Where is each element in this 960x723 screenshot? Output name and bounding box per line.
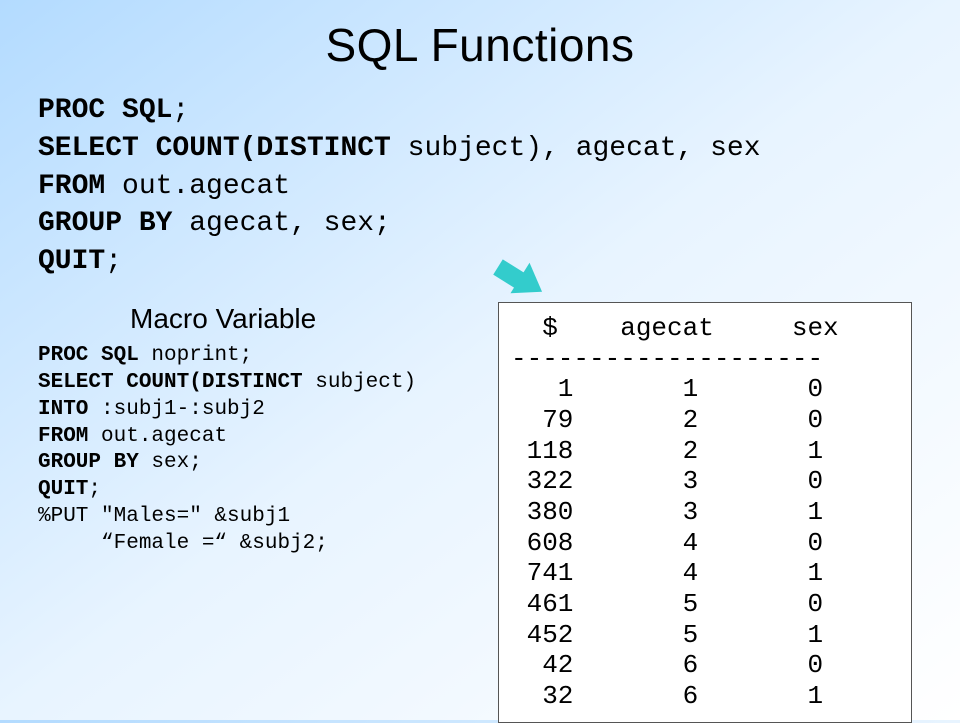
- table-row: 741 4 1: [511, 558, 823, 588]
- code-text: subject), agecat, sex: [391, 133, 761, 164]
- code-keyword: FROM: [38, 171, 105, 202]
- code-text: noprint;: [139, 344, 252, 367]
- code-text: agecat, sex;: [172, 208, 390, 239]
- code-text: ;: [105, 246, 122, 277]
- code-keyword: PROC SQL: [38, 95, 172, 126]
- table-row: 32 6 1: [511, 681, 823, 711]
- code-keyword: QUIT: [38, 478, 88, 501]
- code-text: :subj1-:subj2: [88, 398, 264, 421]
- table-row: 118 2 1: [511, 436, 823, 466]
- code-text: “Female =“ &subj2;: [38, 532, 328, 555]
- code-keyword: SELECT COUNT(DISTINCT: [38, 133, 391, 164]
- output-divider: --------------------: [511, 344, 823, 374]
- main-code-block: PROC SQL; SELECT COUNT(DISTINCT subject)…: [0, 92, 960, 281]
- table-row: 79 2 0: [511, 405, 823, 435]
- code-text: %PUT "Males=" &subj1: [38, 505, 290, 528]
- code-keyword: FROM: [38, 425, 88, 448]
- code-keyword: SELECT COUNT(DISTINCT: [38, 371, 303, 394]
- table-row: 1 1 0: [511, 374, 823, 404]
- output-header: $ agecat sex: [511, 313, 839, 343]
- table-row: 608 4 0: [511, 528, 823, 558]
- table-row: 42 6 0: [511, 650, 823, 680]
- table-row: 380 3 1: [511, 497, 823, 527]
- code-text: out.agecat: [105, 171, 290, 202]
- code-text: ;: [172, 95, 189, 126]
- code-text: out.agecat: [88, 425, 227, 448]
- table-row: 452 5 1: [511, 620, 823, 650]
- table-row: 322 3 0: [511, 466, 823, 496]
- code-text: ;: [88, 478, 101, 501]
- code-keyword: INTO: [38, 398, 88, 421]
- code-keyword: GROUP BY: [38, 451, 139, 474]
- code-keyword: PROC SQL: [38, 344, 139, 367]
- slide-title: SQL Functions: [0, 0, 960, 92]
- table-row: 461 5 0: [511, 589, 823, 619]
- output-table: $ agecat sex -------------------- 1 1 0 …: [498, 302, 912, 723]
- code-text: subject): [303, 371, 416, 394]
- code-keyword: QUIT: [38, 246, 105, 277]
- code-keyword: GROUP BY: [38, 208, 172, 239]
- code-text: sex;: [139, 451, 202, 474]
